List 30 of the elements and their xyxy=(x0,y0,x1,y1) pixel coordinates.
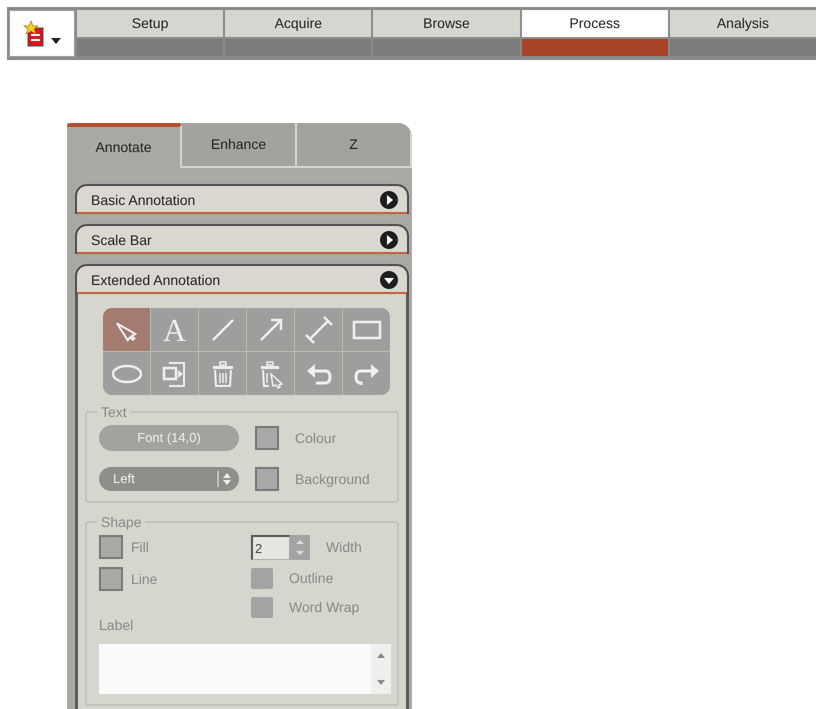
panel-tab[interactable]: Enhance xyxy=(182,123,297,168)
tool-button[interactable] xyxy=(343,308,390,351)
panel-tab[interactable]: Z xyxy=(297,123,412,168)
tool-button[interactable] xyxy=(295,352,342,395)
line-label: Line xyxy=(131,570,158,588)
measure-line-icon xyxy=(304,314,334,344)
tool-button[interactable] xyxy=(247,352,294,395)
tool-button[interactable] xyxy=(247,308,294,351)
section-header[interactable]: Basic Annotation xyxy=(75,184,409,214)
tool-button[interactable] xyxy=(199,308,246,351)
word-wrap-label: Word Wrap xyxy=(289,598,360,617)
label-caption: Label xyxy=(99,616,134,635)
panel-tab[interactable]: Annotate xyxy=(67,123,182,168)
collapse-icon xyxy=(379,270,399,290)
tool-button[interactable] xyxy=(295,308,342,351)
section-header[interactable]: Extended Annotation xyxy=(75,264,409,294)
tool-button[interactable] xyxy=(103,352,150,395)
tool-button[interactable] xyxy=(151,352,198,395)
tool-button[interactable] xyxy=(199,352,246,395)
outline-label: Outline xyxy=(289,569,334,588)
tool-button[interactable] xyxy=(343,352,390,395)
background-label: Background xyxy=(295,470,370,489)
expand-icon xyxy=(379,190,399,210)
width-label: Width xyxy=(326,538,362,557)
fill-label: Fill xyxy=(131,538,149,556)
colour-label: Colour xyxy=(295,428,336,448)
app-menu-button[interactable] xyxy=(9,10,75,57)
expand-icon xyxy=(379,230,399,250)
tool-button[interactable] xyxy=(103,308,150,351)
section-header[interactable]: Scale Bar xyxy=(75,224,409,254)
